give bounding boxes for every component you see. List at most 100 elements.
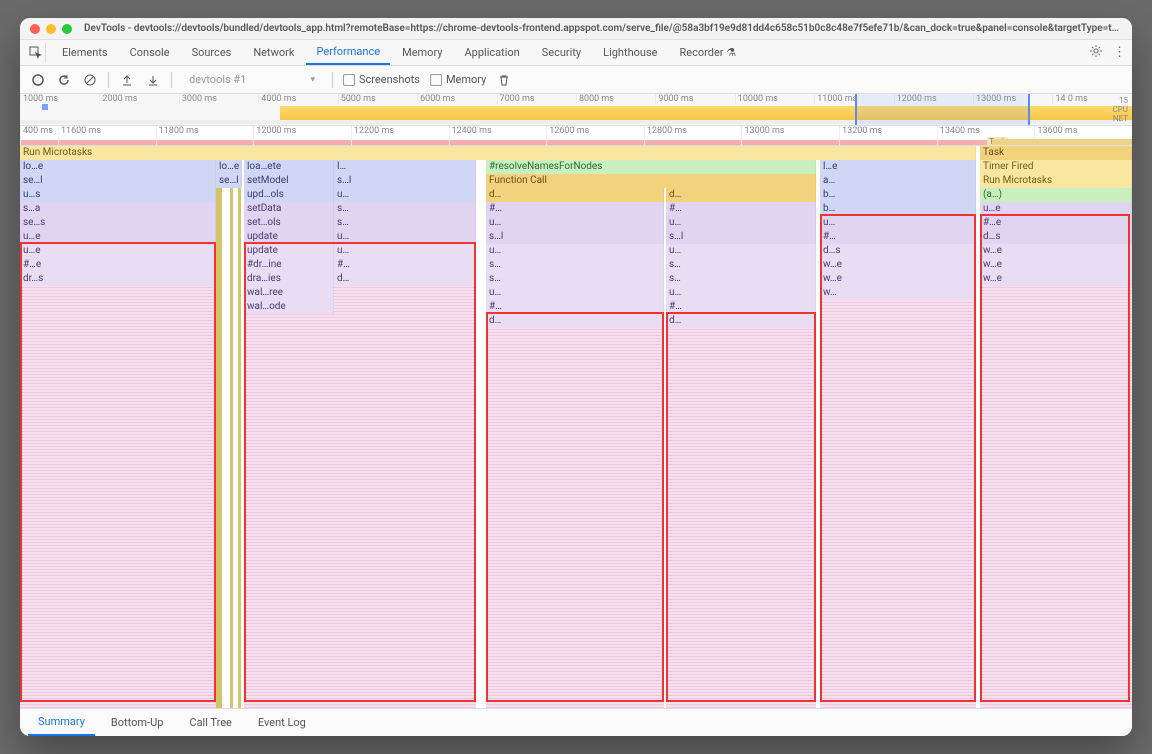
- flame-bar[interactable]: #…: [666, 300, 816, 314]
- flame-bar[interactable]: d…: [334, 272, 476, 286]
- flame-bar[interactable]: w…e: [820, 258, 976, 272]
- flame-bar[interactable]: #…: [486, 202, 664, 216]
- tab-memory[interactable]: Memory: [392, 40, 452, 65]
- flame-bar[interactable]: #…e: [980, 216, 1132, 230]
- flame-bar[interactable]: u…: [486, 286, 664, 300]
- flame-bar[interactable]: se…l: [20, 174, 216, 188]
- flame-bar[interactable]: Task: [980, 146, 1132, 160]
- flame-bar[interactable]: w…e: [980, 258, 1132, 272]
- flame-bar[interactable]: l…: [334, 160, 476, 174]
- close-icon[interactable]: [30, 24, 40, 34]
- flame-bar[interactable]: s…l: [334, 174, 476, 188]
- zoom-icon[interactable]: [62, 24, 72, 34]
- tab-console[interactable]: Console: [120, 40, 180, 65]
- flame-bar[interactable]: u…: [486, 244, 664, 258]
- flame-bar[interactable]: d…: [666, 188, 816, 202]
- flame-bar[interactable]: u…e: [20, 230, 216, 244]
- tab-bottom-up[interactable]: Bottom-Up: [101, 709, 174, 736]
- flame-bar[interactable]: s…l: [666, 230, 816, 244]
- tab-event-log[interactable]: Event Log: [248, 709, 316, 736]
- flame-bar[interactable]: w…e: [980, 272, 1132, 286]
- tab-call-tree[interactable]: Call Tree: [179, 709, 241, 736]
- flame-bar[interactable]: #…e: [20, 258, 216, 272]
- flame-bar[interactable]: b…: [820, 188, 976, 202]
- record-icon[interactable]: [30, 72, 46, 88]
- flame-bar[interactable]: s…: [334, 202, 476, 216]
- flame-bar[interactable]: #…: [820, 230, 976, 244]
- more-vert-icon[interactable]: ⋮: [1113, 45, 1126, 60]
- flame-bar[interactable]: dra…ies: [244, 272, 334, 286]
- flame-bar[interactable]: u…: [334, 188, 476, 202]
- flame-bar[interactable]: lo…e: [216, 160, 242, 174]
- flame-bar[interactable]: w…e: [980, 244, 1132, 258]
- flame-bar[interactable]: s…: [334, 216, 476, 230]
- overview-timeline[interactable]: 15 CPU NET 1000 ms 2000 ms 3000 ms 4000 …: [20, 94, 1132, 126]
- flame-bar[interactable]: #…: [334, 258, 476, 272]
- flame-bar[interactable]: u…e: [980, 202, 1132, 216]
- tab-network[interactable]: Network: [243, 40, 304, 65]
- flame-bar[interactable]: s…: [666, 272, 816, 286]
- tab-summary[interactable]: Summary: [28, 709, 95, 736]
- flame-bar[interactable]: s…: [486, 272, 664, 286]
- tab-recorder[interactable]: Recorder ⚗: [669, 40, 746, 65]
- minimize-icon[interactable]: [46, 24, 56, 34]
- flame-bar[interactable]: Run Microtasks: [20, 146, 976, 160]
- flame-bar[interactable]: s…a: [20, 202, 216, 216]
- flame-bar[interactable]: upd…ols: [244, 188, 334, 202]
- overview-selection[interactable]: [855, 94, 1030, 125]
- inspect-element-icon[interactable]: [26, 43, 46, 63]
- trash-icon[interactable]: [496, 72, 512, 88]
- flame-bar[interactable]: d…: [666, 314, 816, 328]
- tab-lighthouse[interactable]: Lighthouse: [593, 40, 667, 65]
- flame-bar[interactable]: #…: [486, 300, 664, 314]
- profile-select[interactable]: devtools #1 ▾: [182, 70, 322, 89]
- flame-bar[interactable]: w…: [820, 286, 976, 300]
- flame-bar[interactable]: loa…ete: [244, 160, 334, 174]
- flame-bar[interactable]: s…: [666, 258, 816, 272]
- flame-bar[interactable]: Run Microtasks: [980, 174, 1132, 188]
- flame-bar[interactable]: u…: [486, 216, 664, 230]
- flame-bar[interactable]: l…e: [820, 160, 976, 174]
- flame-bar[interactable]: u…: [666, 216, 816, 230]
- flame-bar[interactable]: Function Call: [486, 174, 816, 188]
- tab-application[interactable]: Application: [454, 40, 529, 65]
- flame-bar[interactable]: s…l: [486, 230, 664, 244]
- flame-bar[interactable]: b…: [820, 202, 976, 216]
- flame-bar[interactable]: lo…e: [20, 160, 216, 174]
- tab-performance[interactable]: Performance: [306, 40, 390, 65]
- flame-bar[interactable]: #resolveNamesForNodes: [486, 160, 816, 174]
- flame-bar[interactable]: wal…ree: [244, 286, 334, 300]
- flame-bar[interactable]: d…: [486, 188, 664, 202]
- flame-bar[interactable]: #…: [666, 202, 816, 216]
- screenshots-checkbox[interactable]: Screenshots: [343, 73, 420, 86]
- download-icon[interactable]: [145, 72, 161, 88]
- flame-bar[interactable]: u…: [666, 244, 816, 258]
- flame-bar[interactable]: w…e: [820, 272, 976, 286]
- flame-bar[interactable]: se…s: [20, 216, 216, 230]
- settings-gear-icon[interactable]: [1089, 44, 1103, 61]
- flame-bar[interactable]: u…e: [20, 244, 216, 258]
- clear-icon[interactable]: [82, 72, 98, 88]
- flame-bar[interactable]: u…: [334, 244, 476, 258]
- flame-bar[interactable]: update: [244, 244, 334, 258]
- flame-bar[interactable]: (a…): [980, 188, 1132, 202]
- reload-record-icon[interactable]: [56, 72, 72, 88]
- flame-bar[interactable]: u…: [334, 230, 476, 244]
- memory-checkbox[interactable]: Memory: [430, 73, 486, 86]
- flame-bar[interactable]: wal…ode: [244, 300, 334, 314]
- tab-elements[interactable]: Elements: [52, 40, 118, 65]
- flame-bar[interactable]: d…s: [980, 230, 1132, 244]
- flame-bar[interactable]: a…: [820, 174, 976, 188]
- flame-bar[interactable]: se…l: [216, 174, 242, 188]
- tab-sources[interactable]: Sources: [182, 40, 242, 65]
- flame-bar[interactable]: update: [244, 230, 334, 244]
- flame-bar[interactable]: setData: [244, 202, 334, 216]
- flame-bar[interactable]: s…: [486, 258, 664, 272]
- flame-bar[interactable]: u…: [666, 286, 816, 300]
- flame-bar[interactable]: d…: [486, 314, 664, 328]
- flame-bar[interactable]: u…: [820, 216, 976, 230]
- flame-bar[interactable]: set…ols: [244, 216, 334, 230]
- tab-security[interactable]: Security: [532, 40, 591, 65]
- flame-bar[interactable]: Timer Fired: [980, 160, 1132, 174]
- flame-bar[interactable]: d…s: [820, 244, 976, 258]
